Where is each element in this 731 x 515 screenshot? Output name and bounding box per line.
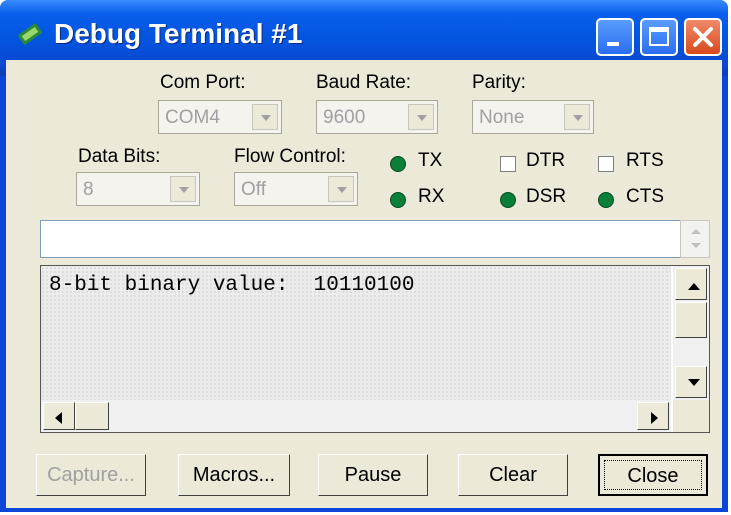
cts-led: [598, 192, 614, 208]
maximize-icon: [649, 27, 669, 46]
data-bits-value: 8: [83, 179, 94, 200]
baud-rate-value: 9600: [323, 107, 366, 128]
baud-rate-select[interactable]: 9600: [316, 100, 438, 134]
minimize-icon: [607, 42, 619, 46]
dsr-led: [500, 192, 516, 208]
close-icon: [693, 27, 713, 47]
arrow-left-icon: [55, 412, 62, 424]
scroll-down-button[interactable]: [675, 366, 707, 398]
scroll-corner: [673, 400, 709, 432]
tx-label: TX: [418, 150, 443, 171]
capture-button[interactable]: Capture...: [36, 454, 146, 496]
macros-button[interactable]: Macros...: [178, 454, 290, 496]
minimize-button[interactable]: [596, 18, 634, 56]
chevron-down-icon[interactable]: [170, 176, 196, 202]
scroll-up-button[interactable]: [675, 268, 707, 300]
com-port-value: COM4: [165, 107, 220, 128]
transmit-scroll[interactable]: [680, 220, 710, 258]
dtr-label: DTR: [526, 150, 566, 171]
scroll-left-button[interactable]: [43, 402, 75, 430]
dsr-label: DSR: [526, 186, 567, 207]
pause-button-label: Pause: [344, 464, 402, 486]
com-port-label: Com Port:: [160, 72, 246, 93]
flow-control-value: Off: [241, 179, 266, 200]
macros-button-label: Macros...: [192, 464, 276, 486]
dtr-checkbox[interactable]: [500, 156, 516, 172]
close-button-label: Close: [627, 465, 679, 487]
scroll-down-icon[interactable]: [691, 243, 701, 248]
tx-led: [390, 156, 406, 172]
data-bits-label: Data Bits:: [78, 146, 161, 167]
arrow-right-icon: [651, 412, 658, 424]
cts-label: CTS: [626, 186, 664, 207]
chevron-down-icon[interactable]: [564, 104, 590, 130]
client-area: Com Port: COM4 Baud Rate: 9600 Parity: N…: [6, 60, 722, 508]
flow-control-select[interactable]: Off: [234, 172, 358, 206]
scroll-up-icon[interactable]: [691, 229, 701, 234]
parity-label: Parity:: [472, 72, 526, 93]
transmit-input[interactable]: [40, 220, 710, 258]
chevron-down-icon[interactable]: [252, 104, 278, 130]
parity-select[interactable]: None: [472, 100, 594, 134]
receive-output-pane[interactable]: 8-bit binary value: 10110100: [40, 265, 710, 433]
chevron-down-icon[interactable]: [408, 104, 434, 130]
received-text: 8-bit binary value: 10110100: [49, 274, 415, 297]
rx-led: [390, 192, 406, 208]
debug-terminal-window: Debug Terminal #1 Com Port: COM4 Baud Ra…: [0, 0, 728, 512]
receive-text-area[interactable]: 8-bit binary value: 10110100: [41, 266, 671, 400]
com-port-select[interactable]: COM4: [158, 100, 282, 134]
window-title: Debug Terminal #1: [54, 18, 303, 49]
close-button[interactable]: Close: [598, 454, 708, 496]
flow-control-label: Flow Control:: [234, 146, 346, 167]
vertical-scroll-thumb[interactable]: [675, 302, 707, 338]
parity-value: None: [479, 107, 525, 128]
pause-button[interactable]: Pause: [318, 454, 428, 496]
rts-label: RTS: [626, 150, 664, 171]
app-icon: [18, 23, 42, 45]
data-bits-select[interactable]: 8: [76, 172, 200, 206]
rx-label: RX: [418, 186, 445, 207]
chevron-down-icon[interactable]: [328, 176, 354, 202]
clear-button[interactable]: Clear: [458, 454, 568, 496]
clear-button-label: Clear: [489, 464, 537, 486]
maximize-button[interactable]: [640, 18, 678, 56]
baud-rate-label: Baud Rate:: [316, 72, 412, 93]
arrow-down-icon: [688, 379, 700, 386]
arrow-up-icon: [688, 283, 700, 290]
horizontal-scrollbar[interactable]: [41, 400, 671, 432]
rts-checkbox[interactable]: [598, 156, 614, 172]
capture-button-label: Capture...: [47, 464, 135, 486]
horizontal-scroll-thumb[interactable]: [75, 402, 109, 430]
scroll-right-button[interactable]: [637, 402, 669, 430]
close-window-button[interactable]: [684, 18, 722, 56]
vertical-scrollbar[interactable]: [673, 266, 709, 400]
